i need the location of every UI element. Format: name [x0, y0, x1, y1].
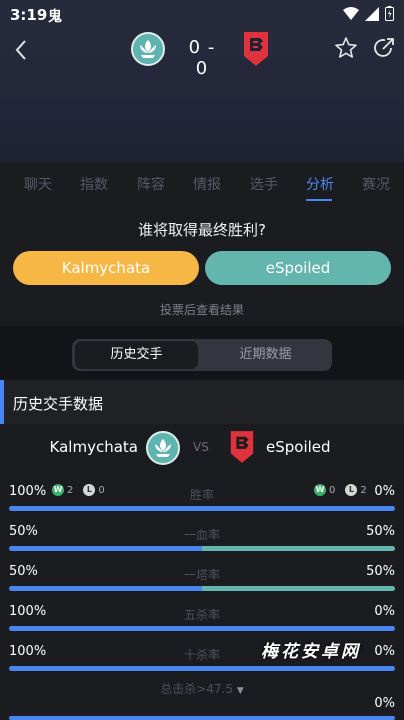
stat-bar	[9, 546, 395, 551]
signal-icon	[365, 6, 379, 21]
tab-odds[interactable]: 指数	[80, 174, 108, 194]
share-icon[interactable]	[372, 36, 396, 60]
vote-section: 谁将取得最终胜利? Kalmychata eSpoiled 投票后查看结果	[0, 204, 404, 326]
total-kills-dropdown[interactable]: 总击杀>47.5 ▼	[0, 680, 404, 697]
tab-analysis[interactable]: 分析	[306, 174, 334, 194]
stat-label: 一塔率	[183, 568, 220, 582]
team-a-bar-fill	[9, 586, 202, 591]
team-a-bar-fill	[9, 626, 395, 631]
total-kills-label: 总击杀>47.5	[160, 682, 234, 696]
stat-row-first-blood: 50% 一血率 50%	[0, 522, 404, 562]
section-accent-bar	[0, 380, 4, 424]
tab-bar: 聊天 指数 阵容 情报 选手 分析 赛况	[0, 162, 404, 204]
vote-team-a-button[interactable]: Kalmychata	[13, 251, 199, 285]
watermark: 梅花安卓网	[261, 642, 361, 662]
section-title: 历史交手数据	[13, 395, 104, 413]
team-b-record: W0 L2	[314, 484, 367, 496]
team-b-bar-fill	[202, 586, 395, 591]
stat-label: 一血率	[183, 528, 220, 542]
total-kills-right-value: 0%	[374, 696, 395, 711]
section-header: 历史交手数据	[0, 380, 404, 424]
status-bar: 3:19 鬼	[0, 0, 404, 32]
segment-recent-data[interactable]: 近期数据	[202, 341, 329, 369]
wifi-icon	[343, 6, 359, 20]
vote-hint: 投票后查看结果	[159, 303, 244, 317]
active-tab-indicator	[306, 199, 332, 201]
team-a-lotus-logo	[146, 431, 180, 465]
team-b-bar-fill	[202, 546, 395, 551]
tab-players[interactable]: 选手	[250, 174, 278, 194]
team-a-bar-fill	[9, 546, 202, 551]
chevron-down-icon: ▼	[236, 686, 244, 696]
segment-head-to-head[interactable]: 历史交手	[75, 341, 198, 369]
status-icons	[343, 6, 394, 21]
tab-chat[interactable]: 聊天	[24, 174, 52, 194]
loss-icon: L	[345, 484, 358, 496]
win-icon: W	[314, 484, 326, 496]
team-a-lotus-logo	[131, 32, 165, 66]
stat-bar	[9, 586, 395, 591]
status-time: 3:19	[10, 6, 48, 24]
tab-match-status[interactable]: 赛况	[362, 174, 390, 194]
stat-row-first-tower: 50% 一塔率 50%	[0, 562, 404, 602]
vs-label: VS	[193, 440, 209, 454]
match-header: 0 - 0	[0, 32, 404, 162]
team-b-losses: 2	[360, 484, 367, 496]
tab-intel[interactable]: 情报	[193, 174, 221, 194]
segmented-control: 历史交手 近期数据	[72, 339, 332, 371]
stat-right-value: 0%	[374, 604, 395, 619]
stat-right-value: 50%	[366, 564, 395, 579]
battery-icon	[385, 6, 394, 21]
stat-row-win-rate: 100% W2 L0 胜率 W0 L2 0%	[0, 482, 404, 522]
team-b-shield-logo	[230, 431, 254, 463]
stat-label: 五杀率	[183, 608, 220, 622]
stat-row-five-kills: 100% 五杀率 0%	[0, 602, 404, 642]
notification-app-icon: 鬼	[48, 9, 62, 25]
team-b-name: eSpoiled	[266, 438, 331, 456]
stat-bar	[9, 666, 395, 671]
match-score: 0 - 0	[188, 37, 216, 79]
team-b-wins: 0	[329, 484, 336, 496]
segment-container: 历史交手 近期数据	[0, 326, 404, 380]
stat-bar	[9, 626, 395, 631]
total-kills-bar	[9, 716, 395, 720]
team-a-bar-fill	[9, 506, 395, 511]
stat-right-value: 0%	[374, 484, 395, 499]
team-a-bar-fill	[9, 666, 395, 671]
vote-team-b-button[interactable]: eSpoiled	[205, 251, 391, 285]
stat-bar	[9, 506, 395, 511]
stat-right-value: 0%	[374, 644, 395, 659]
vote-question: 谁将取得最终胜利?	[138, 221, 266, 239]
favorite-star-icon[interactable]	[334, 36, 358, 60]
versus-row: Kalmychata VS eSpoiled	[0, 428, 404, 468]
team-b-shield-logo	[244, 32, 268, 66]
stat-right-value: 50%	[366, 524, 395, 539]
tab-lineup[interactable]: 阵容	[137, 174, 165, 194]
team-a-name: Kalmychata	[49, 438, 138, 456]
back-arrow-icon[interactable]	[8, 36, 36, 64]
head-to-head-stats: Kalmychata VS eSpoiled 100% W2 L0 胜率 W0 …	[0, 424, 404, 720]
